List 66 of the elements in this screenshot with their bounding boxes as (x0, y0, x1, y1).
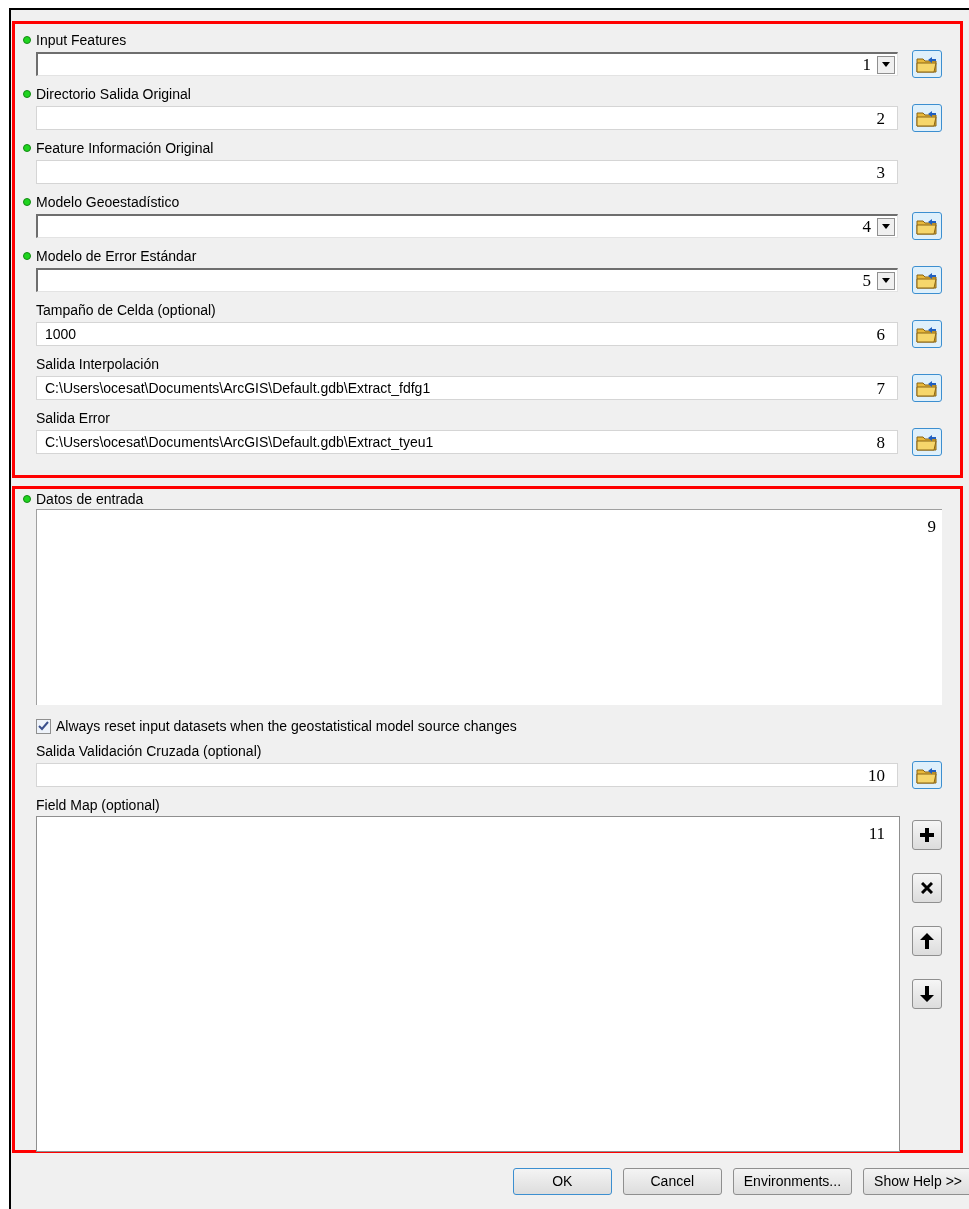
text-field[interactable]: 10 (36, 763, 898, 787)
field-map-list[interactable]: 11 (36, 816, 900, 1152)
folder-icon (916, 109, 938, 127)
checkbox[interactable] (36, 718, 51, 734)
parameter-label: Modelo Geoestadístico (36, 192, 180, 212)
parameter-label: Modelo de Error Estándar (36, 246, 197, 266)
dropdown-field[interactable]: 4 (36, 214, 898, 238)
field-number: 4 (862, 218, 871, 235)
multiline-field[interactable]: 9 (36, 509, 942, 705)
parameter-label: Input Features (36, 30, 127, 50)
folder-icon (916, 271, 938, 289)
dropdown-field[interactable]: 1 (36, 52, 898, 76)
arrow-down-icon (920, 986, 934, 1002)
field-number: 3 (876, 163, 885, 181)
field-number: 10 (868, 766, 885, 784)
browse-button[interactable] (912, 212, 942, 240)
field-number: 5 (862, 272, 871, 289)
folder-icon (916, 379, 938, 397)
field-number: 6 (876, 325, 885, 343)
browse-button[interactable] (912, 761, 942, 789)
checkbox-label: Always reset input datasets when the geostatistical model source changes (56, 716, 517, 736)
field-value: C:\Users\ocesat\Documents\ArcGIS\Default.gdb\Extract_fdfg1 (45, 378, 431, 398)
list-tool-button[interactable] (912, 979, 942, 1009)
browse-button[interactable] (912, 266, 942, 294)
field-number: 7 (876, 379, 885, 397)
field-number: 11 (868, 825, 885, 845)
folder-icon (916, 217, 938, 235)
folder-icon (916, 325, 938, 343)
parameter-label: Field Map (optional) (36, 795, 160, 815)
parameter-label: Feature Información Original (36, 138, 214, 158)
dialog-button[interactable]: Show Help >> (863, 1168, 969, 1195)
parameter-label: Tampaño de Celda (optional) (36, 300, 216, 320)
plus-icon (920, 828, 934, 842)
text-field[interactable]: 2 (36, 106, 898, 130)
field-number: 1 (862, 56, 871, 73)
list-tool-button[interactable] (912, 873, 942, 903)
parameter-label: Datos de entrada (36, 489, 144, 509)
parameter-label: Salida Validación Cruzada (optional) (36, 741, 262, 761)
folder-icon (916, 55, 938, 73)
list-tool-button[interactable] (912, 820, 942, 850)
browse-button[interactable] (912, 320, 942, 348)
field-value: 1000 (45, 324, 77, 344)
close-icon (921, 882, 933, 894)
dialog-button[interactable]: OK (512, 1168, 612, 1195)
field-number: 2 (876, 109, 885, 127)
arrow-up-icon (920, 933, 934, 949)
field-number: 8 (876, 433, 885, 451)
text-field[interactable]: 3 (36, 160, 898, 184)
parameter-label: Salida Error (36, 408, 110, 428)
list-tool-button[interactable] (912, 926, 942, 956)
browse-button[interactable] (912, 374, 942, 402)
text-field[interactable]: 1000 6 (36, 322, 898, 346)
dropdown-field[interactable]: 5 (36, 268, 898, 292)
dialog-button[interactable]: Cancel (622, 1168, 722, 1195)
browse-button[interactable] (912, 428, 942, 456)
browse-button[interactable] (912, 50, 942, 78)
field-value: C:\Users\ocesat\Documents\ArcGIS\Default.gdb\Extract_tyeu1 (45, 432, 434, 452)
dialog-button[interactable]: Environments... (732, 1168, 853, 1195)
browse-button[interactable] (912, 104, 942, 132)
text-field[interactable]: C:\Users\ocesat\Documents\ArcGIS\Default.gdb\Extract_tyeu1 8 (36, 430, 898, 454)
folder-icon (916, 433, 938, 451)
text-field[interactable]: C:\Users\ocesat\Documents\ArcGIS\Default.gdb\Extract_fdfg1 7 (36, 376, 898, 400)
field-number: 9 (927, 518, 936, 538)
parameter-label: Salida Interpolación (36, 354, 159, 374)
folder-icon (916, 766, 938, 784)
parameter-label: Directorio Salida Original (36, 84, 191, 104)
